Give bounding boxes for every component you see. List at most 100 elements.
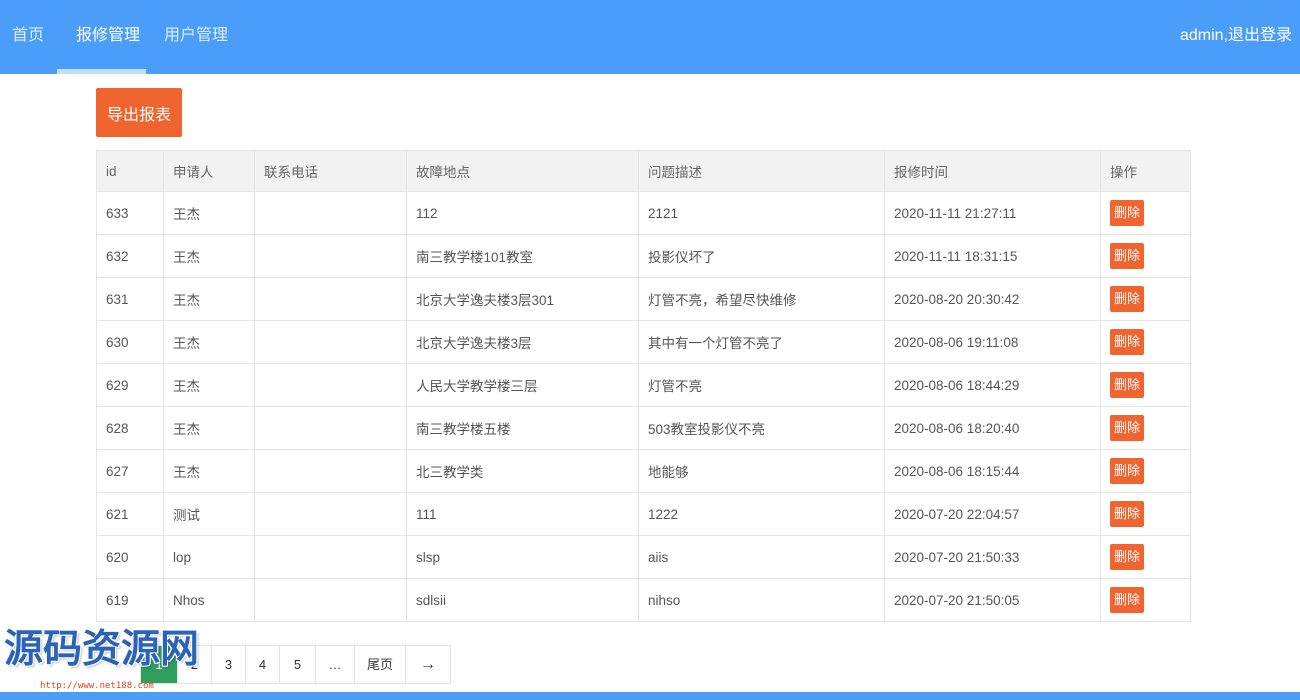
last-page-button[interactable]: 尾页 bbox=[354, 646, 405, 683]
cell-location: slsp bbox=[406, 535, 639, 579]
cell-phone bbox=[254, 492, 407, 536]
cell-phone bbox=[254, 277, 407, 321]
cell-location: 北京大学逸夫楼3层301 bbox=[406, 277, 639, 321]
cell-phone bbox=[254, 234, 407, 278]
delete-button[interactable]: 删除 bbox=[1110, 458, 1145, 484]
cell-location: 南三教学楼101教室 bbox=[406, 234, 639, 278]
cell-location: 北京大学逸夫楼3层 bbox=[406, 320, 639, 364]
export-report-button[interactable]: 导出报表 bbox=[96, 88, 182, 137]
cell-action: 删除 bbox=[1100, 191, 1191, 235]
cell-phone bbox=[254, 363, 407, 407]
nav-item-home[interactable]: 首页 bbox=[12, 0, 44, 74]
column-header-location: 故障地点 bbox=[406, 150, 639, 192]
cell-time: 2020-11-11 18:31:15 bbox=[884, 234, 1101, 278]
cell-id: 620 bbox=[96, 535, 164, 579]
page-4-button[interactable]: 4 bbox=[245, 646, 279, 683]
cell-location: 南三教学楼五楼 bbox=[406, 406, 639, 450]
cell-time: 2020-11-11 21:27:11 bbox=[884, 191, 1101, 235]
delete-button[interactable]: 删除 bbox=[1110, 200, 1145, 226]
delete-button[interactable]: 删除 bbox=[1110, 286, 1145, 312]
table-header-row: id 申请人 联系电话 故障地点 问题描述 报修时间 操作 bbox=[96, 150, 1191, 192]
cell-location: 北三教学类 bbox=[406, 449, 639, 493]
cell-time: 2020-07-20 22:04:57 bbox=[884, 492, 1101, 536]
table-row: 619 Nhos sdlsii nihso 2020-07-20 21:50:0… bbox=[96, 578, 1191, 622]
cell-id: 621 bbox=[96, 492, 164, 536]
top-navbar: 首页 报修管理 用户管理 admin,退出登录 bbox=[0, 0, 1300, 74]
cell-description: 2121 bbox=[638, 191, 885, 235]
watermark-url: http://www.net188.com bbox=[40, 681, 154, 691]
delete-button[interactable]: 删除 bbox=[1110, 329, 1145, 355]
cell-description: 其中有一个灯管不亮了 bbox=[638, 320, 885, 364]
cell-action: 删除 bbox=[1100, 578, 1191, 622]
nav-item-repair-management[interactable]: 报修管理 bbox=[76, 0, 140, 74]
column-header-action: 操作 bbox=[1100, 150, 1191, 192]
cell-description: 投影仪坏了 bbox=[638, 234, 885, 278]
cell-action: 删除 bbox=[1100, 406, 1191, 450]
column-header-phone: 联系电话 bbox=[254, 150, 407, 192]
cell-action: 删除 bbox=[1100, 363, 1191, 407]
cell-applicant: 王杰 bbox=[163, 320, 255, 364]
cell-location: 人民大学教学楼三层 bbox=[406, 363, 639, 407]
cell-phone bbox=[254, 449, 407, 493]
cell-id: 627 bbox=[96, 449, 164, 493]
cell-id: 633 bbox=[96, 191, 164, 235]
cell-applicant: 王杰 bbox=[163, 191, 255, 235]
column-header-applicant: 申请人 bbox=[163, 150, 255, 192]
delete-button[interactable]: 删除 bbox=[1110, 415, 1145, 441]
cell-id: 631 bbox=[96, 277, 164, 321]
page-3-button[interactable]: 3 bbox=[211, 646, 245, 683]
delete-button[interactable]: 删除 bbox=[1110, 544, 1145, 570]
page-5-button[interactable]: 5 bbox=[279, 646, 315, 683]
cell-applicant: 测试 bbox=[163, 492, 255, 536]
cell-applicant: lop bbox=[163, 535, 255, 579]
table-row: 630 王杰 北京大学逸夫楼3层 其中有一个灯管不亮了 2020-08-06 1… bbox=[96, 320, 1191, 364]
cell-phone bbox=[254, 320, 407, 364]
cell-id: 628 bbox=[96, 406, 164, 450]
table-row: 620 lop slsp aiis 2020-07-20 21:50:33 删除 bbox=[96, 535, 1191, 579]
next-page-arrow-icon[interactable]: → bbox=[405, 646, 450, 683]
cell-time: 2020-08-06 19:11:08 bbox=[884, 320, 1101, 364]
cell-action: 删除 bbox=[1100, 320, 1191, 364]
cell-applicant: 王杰 bbox=[163, 277, 255, 321]
cell-time: 2020-08-06 18:15:44 bbox=[884, 449, 1101, 493]
nav-item-user-management[interactable]: 用户管理 bbox=[164, 0, 228, 74]
table-row: 631 王杰 北京大学逸夫楼3层301 灯管不亮，希望尽快维修 2020-08-… bbox=[96, 277, 1191, 321]
repair-table: id 申请人 联系电话 故障地点 问题描述 报修时间 操作 633 王杰 112… bbox=[96, 150, 1191, 622]
table-row: 629 王杰 人民大学教学楼三层 灯管不亮 2020-08-06 18:44:2… bbox=[96, 363, 1191, 407]
delete-button[interactable]: 删除 bbox=[1110, 501, 1145, 527]
table-row: 632 王杰 南三教学楼101教室 投影仪坏了 2020-11-11 18:31… bbox=[96, 234, 1191, 278]
cell-description: 灯管不亮，希望尽快维修 bbox=[638, 277, 885, 321]
cell-description: 灯管不亮 bbox=[638, 363, 885, 407]
cell-action: 删除 bbox=[1100, 449, 1191, 493]
watermark-text: 源码资源网 bbox=[4, 627, 200, 672]
watermark-logo: 源码资源网 http://www.net188.com bbox=[4, 628, 214, 696]
cell-description: 1222 bbox=[638, 492, 885, 536]
delete-button[interactable]: 删除 bbox=[1110, 372, 1145, 398]
cell-location: sdlsii bbox=[406, 578, 639, 622]
user-logout-link[interactable]: admin,退出登录 bbox=[1180, 0, 1292, 74]
cell-applicant: Nhos bbox=[163, 578, 255, 622]
cell-time: 2020-07-20 21:50:05 bbox=[884, 578, 1101, 622]
cell-time: 2020-08-06 18:44:29 bbox=[884, 363, 1101, 407]
cell-applicant: 王杰 bbox=[163, 406, 255, 450]
cell-description: 503教室投影仪不亮 bbox=[638, 406, 885, 450]
cell-action: 删除 bbox=[1100, 234, 1191, 278]
cell-phone bbox=[254, 578, 407, 622]
cell-action: 删除 bbox=[1100, 492, 1191, 536]
table-row: 633 王杰 112 2121 2020-11-11 21:27:11 删除 bbox=[96, 191, 1191, 235]
table-row: 627 王杰 北三教学类 地能够 2020-08-06 18:15:44 删除 bbox=[96, 449, 1191, 493]
column-header-id: id bbox=[96, 150, 164, 192]
cell-id: 619 bbox=[96, 578, 164, 622]
table-row: 621 测试 111 1222 2020-07-20 22:04:57 删除 bbox=[96, 492, 1191, 536]
bottom-bar bbox=[0, 692, 1300, 700]
cell-location: 111 bbox=[406, 492, 639, 536]
cell-time: 2020-07-20 21:50:33 bbox=[884, 535, 1101, 579]
column-header-description: 问题描述 bbox=[638, 150, 885, 192]
cell-phone bbox=[254, 535, 407, 579]
cell-id: 632 bbox=[96, 234, 164, 278]
delete-button[interactable]: 删除 bbox=[1110, 243, 1145, 269]
cell-location: 112 bbox=[406, 191, 639, 235]
cell-phone bbox=[254, 191, 407, 235]
delete-button[interactable]: 删除 bbox=[1110, 587, 1145, 613]
cell-description: nihso bbox=[638, 578, 885, 622]
